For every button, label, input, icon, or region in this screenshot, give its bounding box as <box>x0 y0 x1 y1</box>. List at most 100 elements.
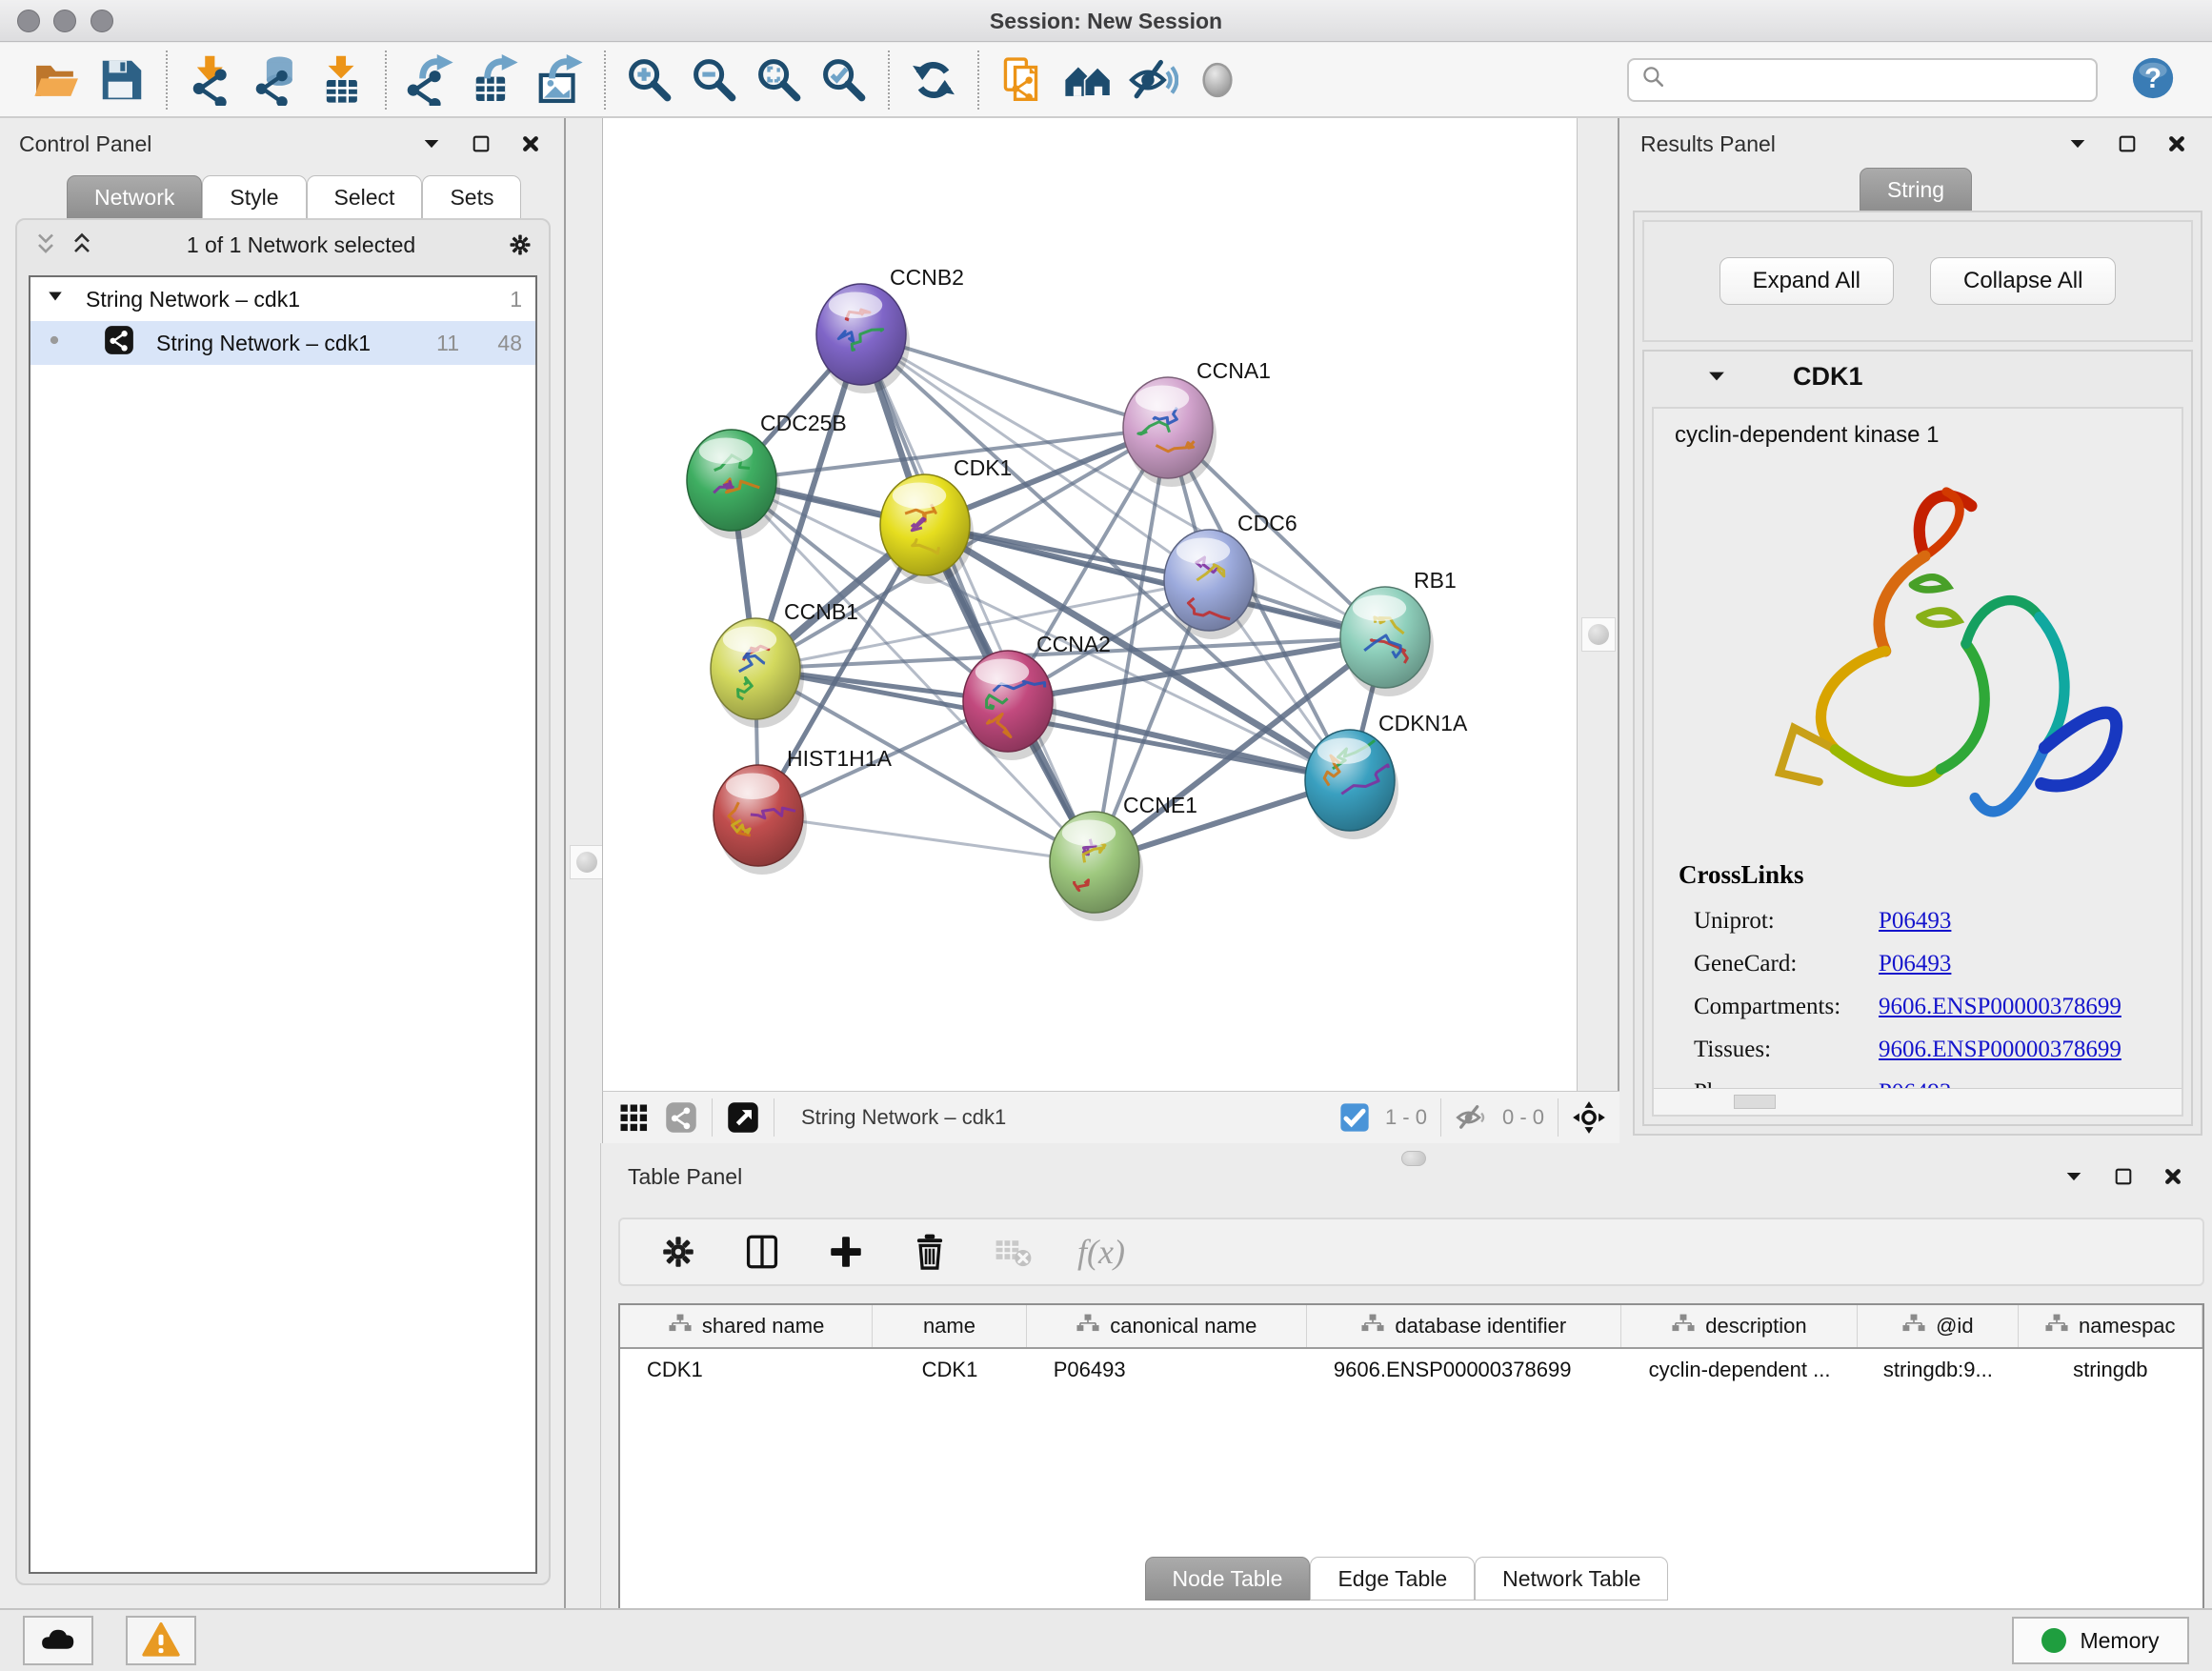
node-label-RB1: RB1 <box>1414 568 1457 593</box>
network-canvas[interactable]: CCNB2 CCNA1 CDC25B CDK1 CDC6 RB1 CCNB1 C… <box>602 118 1577 1091</box>
results-panel-menu-button[interactable] <box>2063 130 2092 158</box>
column-header-shared-name[interactable]: shared name <box>620 1305 873 1347</box>
crosslink-link[interactable]: 9606.ENSP00000378699 <box>1879 1037 2122 1063</box>
column-header-canonical-name[interactable]: canonical name <box>1027 1305 1307 1347</box>
selected-checkbox-icon[interactable] <box>1337 1100 1372 1135</box>
tab-node-table[interactable]: Node Table <box>1145 1557 1311 1601</box>
homes-button[interactable] <box>1056 49 1120 111</box>
right-splitter[interactable] <box>1577 118 1619 1091</box>
network-node-RB1[interactable]: RB1 <box>1340 568 1457 696</box>
share-view-button[interactable] <box>664 1100 698 1135</box>
results-panel-close-button[interactable] <box>2162 130 2191 158</box>
tab-sets[interactable]: Sets <box>422 175 521 219</box>
gray-orb-icon <box>1192 54 1243 106</box>
tree-count: 1 <box>459 287 522 312</box>
tree-column-icon <box>1901 1314 1926 1339</box>
crosshair-move-icon <box>1572 1100 1606 1135</box>
network-node-CCNB2[interactable]: CCNB2 <box>816 265 964 393</box>
memory-button[interactable]: Memory <box>2012 1617 2189 1664</box>
warning-button[interactable] <box>126 1616 196 1665</box>
save-session-button[interactable] <box>90 49 154 111</box>
column-header-namespac[interactable]: namespac <box>2019 1305 2202 1347</box>
show-columns-button[interactable] <box>742 1232 782 1272</box>
tab-style[interactable]: Style <box>202 175 306 219</box>
results-panel-float-button[interactable] <box>2113 130 2142 158</box>
zoom-selected-button[interactable] <box>812 49 876 111</box>
main-toolbar: ? <box>0 43 2212 118</box>
left-splitter-handle[interactable] <box>570 845 604 879</box>
memory-status-dot <box>2041 1628 2066 1653</box>
open-file-button[interactable] <box>25 49 90 111</box>
control-panel-close-button[interactable] <box>516 130 545 158</box>
zoom-fit-button[interactable] <box>747 49 812 111</box>
table-cell: stringdb:9... <box>1858 1358 2018 1382</box>
network-node-HIST1H1A[interactable]: HIST1H1A <box>714 746 893 875</box>
export-image-button[interactable] <box>528 49 593 111</box>
crosslink-link[interactable]: 9606.ENSP00000378699 <box>1879 994 2122 1020</box>
table-row[interactable]: CDK1CDK1P064939606.ENSP00000378699cyclin… <box>620 1349 2202 1391</box>
collapse-all-networks-button[interactable] <box>32 232 59 258</box>
help-button[interactable]: ? <box>2126 53 2180 107</box>
network-tree-row[interactable]: String Network – cdk11148 <box>30 321 535 365</box>
crosslink-row: GeneCard: P06493 <box>1679 942 2182 985</box>
column-header-description[interactable]: description <box>1621 1305 1858 1347</box>
network-node-CDKN1A[interactable]: CDKN1A <box>1305 711 1468 839</box>
delete-column-button[interactable] <box>910 1232 950 1272</box>
hide-show-button[interactable] <box>1120 49 1185 111</box>
tab-select[interactable]: Select <box>307 175 423 219</box>
crosslink-label: Tissues: <box>1679 1037 1879 1063</box>
tab-edge-table[interactable]: Edge Table <box>1310 1557 1475 1601</box>
horizontal-splitter[interactable] <box>601 1143 2212 1170</box>
share-gray-badge-icon <box>664 1100 698 1135</box>
grid-view-button[interactable] <box>616 1100 651 1135</box>
apply-layout-button[interactable] <box>901 49 966 111</box>
column-header--id[interactable]: @id <box>1858 1305 2019 1347</box>
network-node-CDC25B[interactable]: CDC25B <box>687 411 847 539</box>
add-column-button[interactable] <box>826 1232 866 1272</box>
table-settings-gear-button[interactable] <box>658 1232 698 1272</box>
reposition-crosshair-button[interactable] <box>1572 1100 1606 1135</box>
protein-structure-image <box>1694 456 2142 856</box>
inactive-eye-button[interactable] <box>1185 49 1250 111</box>
left-splitter[interactable] <box>564 118 602 1608</box>
crosslink-link[interactable]: P06493 <box>1879 908 1951 935</box>
hidden-eye-slash-icon[interactable] <box>1455 1100 1489 1135</box>
network-options-gear-button[interactable] <box>507 232 533 258</box>
search-input[interactable] <box>1675 67 2084 93</box>
title-bar: Session: New Session <box>0 0 2212 42</box>
tab-string[interactable]: String <box>1860 168 1972 211</box>
search-icon <box>1640 64 1667 95</box>
network-node-CCNA1[interactable]: CCNA1 <box>1123 358 1271 487</box>
zoom-in-button[interactable] <box>617 49 682 111</box>
export-network-button[interactable] <box>398 49 463 111</box>
export-table-button[interactable] <box>463 49 528 111</box>
tab-network-table[interactable]: Network Table <box>1475 1557 1668 1601</box>
results-horizontal-scrollbar[interactable] <box>1654 1088 2182 1115</box>
crosslink-link[interactable]: P06493 <box>1879 951 1951 977</box>
double-chevron-up-icon <box>69 232 95 258</box>
cloud-button[interactable] <box>23 1616 93 1665</box>
network-tree-row[interactable]: String Network – cdk11 <box>30 277 535 321</box>
search-box[interactable] <box>1627 58 2098 102</box>
zoom-out-button[interactable] <box>682 49 747 111</box>
cloud-icon <box>39 1621 77 1660</box>
close-x-icon <box>518 131 543 156</box>
import-network-database-button[interactable] <box>244 49 309 111</box>
control-panel-menu-button[interactable] <box>417 130 446 158</box>
column-header-name[interactable]: name <box>873 1305 1027 1347</box>
expand-all-networks-button[interactable] <box>69 232 95 258</box>
tab-network[interactable]: Network <box>67 175 202 219</box>
import-network-file-button[interactable] <box>179 49 244 111</box>
import-table-button[interactable] <box>309 49 373 111</box>
node-label-CDKN1A: CDKN1A <box>1378 711 1468 735</box>
expand-all-button[interactable]: Expand All <box>1719 257 1894 305</box>
entry-collapse-caret[interactable] <box>1703 363 1730 390</box>
control-panel-float-button[interactable] <box>467 130 495 158</box>
column-header-database-identifier[interactable]: database identifier <box>1307 1305 1621 1347</box>
right-splitter-handle[interactable] <box>1581 617 1616 652</box>
document-share-button[interactable] <box>991 49 1056 111</box>
table-cell: CDK1 <box>620 1358 873 1382</box>
birdseye-view-button[interactable] <box>726 1100 760 1135</box>
collapse-all-button[interactable]: Collapse All <box>1930 257 2116 305</box>
horizontal-splitter-handle[interactable] <box>1401 1151 1426 1166</box>
